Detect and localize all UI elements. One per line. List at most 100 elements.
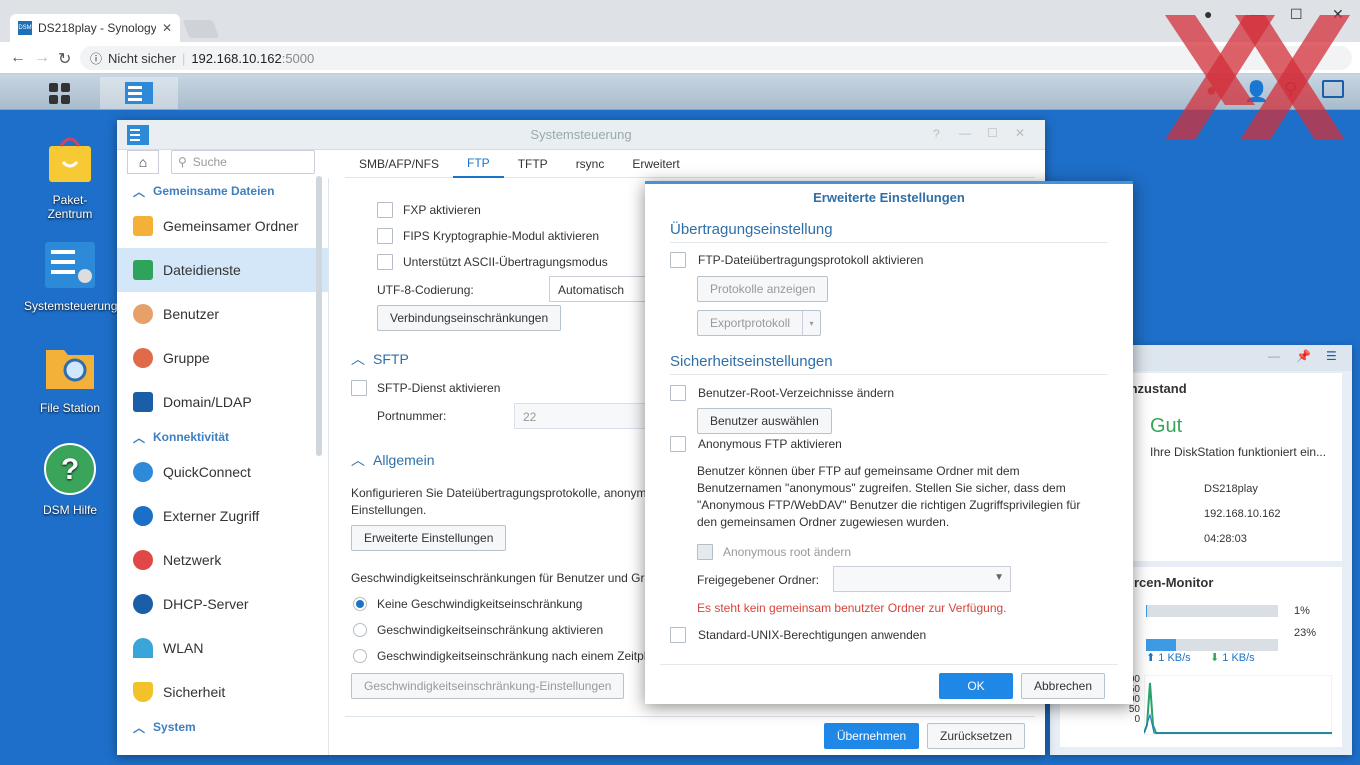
- sidebar-group-system[interactable]: ︿ System: [117, 714, 328, 740]
- checkbox[interactable]: [670, 385, 686, 401]
- sidebar-group-konnektivitaet[interactable]: ︿ Konnektivität: [117, 424, 328, 450]
- main-menu-button[interactable]: [20, 77, 98, 109]
- shared-folder-select[interactable]: ▼: [833, 566, 1011, 592]
- sidebar-scrollbar[interactable]: [316, 176, 322, 456]
- sidebar-item-gemeinsamer-ordner[interactable]: Gemeinsamer Ordner: [117, 204, 328, 248]
- apply-button[interactable]: Übernehmen: [824, 723, 919, 749]
- tab-smb[interactable]: SMB/AFP/NFS: [345, 150, 453, 178]
- sftp-enable-option[interactable]: SFTP-Dienst aktivieren: [351, 380, 500, 396]
- speed-enable-option[interactable]: Geschwindigkeitseinschränkung aktivieren: [353, 623, 603, 637]
- divider: [670, 374, 1108, 375]
- download-rate: ⬇ 1 KB/s: [1210, 652, 1255, 664]
- dialog-title[interactable]: Erweiterte Einstellungen: [645, 190, 1133, 205]
- export-log-button[interactable]: Exportprotokoll ▾: [697, 310, 822, 336]
- tab-strip: SMB/AFP/NFS FTP TFTP rsync Erweitert: [345, 150, 1035, 178]
- cancel-button[interactable]: Abbrechen: [1021, 673, 1105, 699]
- general-section[interactable]: ︿ Allgemein: [351, 450, 434, 470]
- show-logs-button[interactable]: Protokolle anzeigen: [697, 276, 829, 302]
- sidebar-item-gruppe[interactable]: Gruppe: [117, 336, 328, 380]
- tab-ftp[interactable]: FTP: [453, 150, 504, 178]
- checkbox[interactable]: [377, 202, 393, 218]
- desktop-icon-dsm-hilfe[interactable]: ? DSM Hilfe: [24, 442, 116, 517]
- speed-schedule-option[interactable]: Geschwindigkeitseinschränkung nach einem…: [353, 649, 646, 663]
- sidebar-item-wlan[interactable]: WLAN: [117, 626, 328, 670]
- desktop-icon-systemsteuerung[interactable]: Systemsteuerung: [24, 238, 117, 313]
- sidebar-item-sicherheit[interactable]: Sicherheit: [117, 670, 328, 714]
- browser-tab[interactable]: DSM DS218play - Synology Di ✕: [10, 14, 180, 42]
- chevron-up-icon: ︿: [133, 430, 146, 445]
- sidebar-item-dhcp-server[interactable]: DHCP-Server: [117, 582, 328, 626]
- upload-rate: ⬆ 1 KB/s: [1146, 652, 1191, 664]
- svg-text:?: ?: [61, 453, 79, 486]
- advanced-settings-button[interactable]: Erweiterte Einstellungen: [351, 525, 507, 551]
- maximize-icon[interactable]: ☐: [987, 126, 998, 140]
- home-icon: ⌂: [138, 154, 148, 170]
- file-services-icon: [133, 260, 153, 280]
- reload-icon[interactable]: ↻: [58, 49, 71, 69]
- wifi-icon: [133, 638, 153, 658]
- fxp-option[interactable]: FXP aktivieren: [377, 202, 481, 218]
- control-panel-icon: [125, 82, 153, 104]
- utf8-select[interactable]: Automatisch: [549, 276, 649, 302]
- back-icon[interactable]: ←: [10, 49, 26, 67]
- taskbar-systemsteuerung-button[interactable]: [100, 77, 178, 109]
- ascii-option[interactable]: Unterstützt ASCII-Übertragungsmodus: [377, 254, 608, 270]
- sftp-section[interactable]: ︿ SFTP: [351, 349, 409, 369]
- anonymous-ftp-option[interactable]: Anonymous FTP aktivieren: [670, 436, 842, 452]
- close-icon[interactable]: ✕: [1015, 126, 1025, 140]
- unix-permissions-option[interactable]: Standard-UNIX-Berechtigungen anwenden: [670, 627, 926, 643]
- speed-settings-button[interactable]: Geschwindigkeitseinschränkung-Einstellun…: [351, 673, 625, 699]
- desktop-icon-file-station[interactable]: File Station: [24, 340, 116, 415]
- connection-limits-button[interactable]: Verbindungseinschränkungen: [377, 305, 562, 331]
- new-tab-button[interactable]: [182, 20, 220, 38]
- checkbox[interactable]: [351, 380, 367, 396]
- fips-option[interactable]: FIPS Kryptographie-Modul aktivieren: [377, 228, 599, 244]
- group-icon: [133, 348, 153, 368]
- sidebar-item-benutzer[interactable]: Benutzer: [117, 292, 328, 336]
- help-icon[interactable]: ?: [933, 127, 940, 141]
- anonymous-root-option[interactable]: Anonymous root ändern: [697, 544, 851, 560]
- speed-none-option[interactable]: Keine Geschwindigkeitseinschränkung: [353, 597, 582, 611]
- home-button[interactable]: ⌂: [127, 150, 159, 174]
- checkbox[interactable]: [697, 544, 713, 560]
- ftp-log-option[interactable]: FTP-Dateiübertragungsprotokoll aktiviere…: [670, 252, 923, 268]
- reset-button[interactable]: Zurücksetzen: [927, 723, 1025, 749]
- shopping-bag-icon: [49, 137, 91, 182]
- port-input[interactable]: 22: [514, 403, 649, 429]
- sidebar-item-netzwerk[interactable]: Netzwerk: [117, 538, 328, 582]
- radio[interactable]: [353, 623, 367, 637]
- sidebar-item-externer-zugriff[interactable]: Externer Zugriff: [117, 494, 328, 538]
- checkbox[interactable]: [377, 228, 393, 244]
- sidebar-item-dateidienste[interactable]: Dateidienste: [117, 248, 328, 292]
- url-host: 192.168.10.162: [191, 50, 282, 66]
- shield-icon: [133, 682, 153, 702]
- select-users-button[interactable]: Benutzer auswählen: [697, 408, 832, 434]
- window-titlebar[interactable]: Systemsteuerung ? — ☐ ✕: [117, 120, 1045, 150]
- close-tab-icon[interactable]: ✕: [162, 21, 172, 35]
- tab-rsync[interactable]: rsync: [562, 150, 619, 178]
- divider: [670, 242, 1108, 243]
- sidebar-group-gemeinsame-dateien[interactable]: ︿ Gemeinsame Dateien: [117, 178, 328, 204]
- pin-icon[interactable]: 📌: [1296, 349, 1311, 363]
- checkbox[interactable]: [670, 252, 686, 268]
- sidebar-item-domain-ldap[interactable]: Domain/LDAP: [117, 380, 328, 424]
- checkbox[interactable]: [670, 627, 686, 643]
- minimize-icon[interactable]: —: [959, 126, 971, 140]
- root-dirs-option[interactable]: Benutzer-Root-Verzeichnisse ändern: [670, 385, 894, 401]
- forward-icon[interactable]: →: [34, 49, 50, 67]
- checkbox[interactable]: [670, 436, 686, 452]
- ok-button[interactable]: OK: [939, 673, 1013, 699]
- desktop-icon-paket-zentrum[interactable]: Paket- Zentrum: [24, 132, 116, 221]
- tab-erweitert[interactable]: Erweitert: [618, 150, 693, 178]
- tab-tftp[interactable]: TFTP: [504, 150, 562, 178]
- search-placeholder: Suche: [192, 155, 227, 169]
- radio[interactable]: [353, 597, 367, 611]
- radio[interactable]: [353, 649, 367, 663]
- widget-menu-icon[interactable]: ☰: [1326, 349, 1337, 363]
- search-input[interactable]: ⚲ Suche: [171, 150, 315, 174]
- utf8-label: UTF-8-Codierung:: [377, 283, 474, 297]
- sidebar-item-quickconnect[interactable]: QuickConnect: [117, 450, 328, 494]
- speed-limit-label: Geschwindigkeitseinschränkungen für Benu…: [351, 571, 645, 585]
- checkbox[interactable]: [377, 254, 393, 270]
- minimize-widget-icon[interactable]: —: [1268, 349, 1280, 363]
